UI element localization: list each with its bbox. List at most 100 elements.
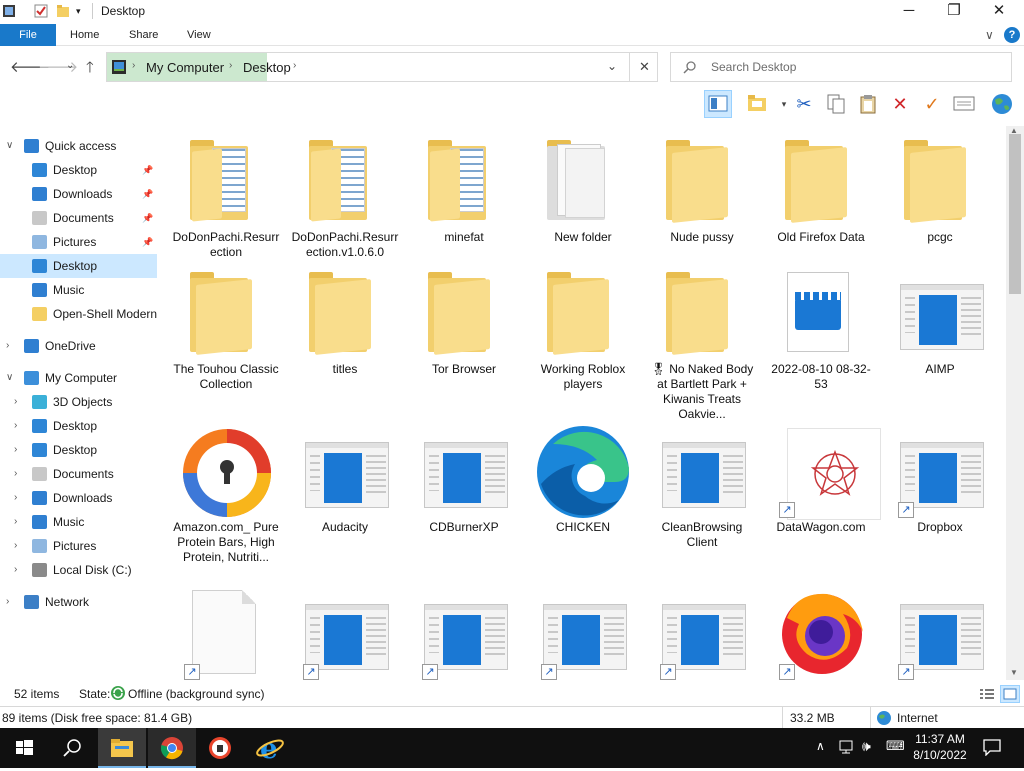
ime-icon[interactable]: ⌨ [886,738,905,754]
nav-item[interactable]: › Local Disk (C:) [0,558,157,582]
tab-file[interactable]: File [0,24,56,46]
file-tile[interactable]: ↗ DataWagon.com [767,422,881,572]
file-tile[interactable]: ↗ Dropbox [886,422,994,572]
clock[interactable]: 11:37 AM 8/10/2022 [906,731,974,763]
file-explorer-taskbar-button[interactable] [98,728,146,768]
file-tile[interactable]: ↗ [767,584,875,680]
tab-share[interactable]: Share [129,24,158,46]
nav-item[interactable]: › Network [0,590,157,614]
chevron-down-icon[interactable]: ∨ [6,366,13,390]
chevron-right-icon[interactable]: › [132,60,135,71]
maximize-button[interactable]: ❐ [931,0,977,24]
cut-icon[interactable]: ✂ [790,90,818,118]
nav-item[interactable]: Desktop [0,254,157,278]
scroll-down-arrow[interactable]: ▼ [1010,668,1018,677]
vertical-scrollbar[interactable]: ▲ ▼ [1006,126,1024,680]
nav-item[interactable]: Open-Shell Modern [0,302,157,326]
file-tile[interactable]: CleanBrowsing Client [648,422,756,572]
nav-item[interactable]: Music [0,278,157,302]
address-bar[interactable]: › My Computer › Desktop › ⌄ ✕ [106,52,658,82]
internet-explorer-taskbar-button[interactable]: e [246,728,294,768]
breadcrumb-desktop[interactable]: Desktop [243,60,291,75]
file-tile[interactable]: Audacity [291,422,399,572]
tab-view[interactable]: View [187,24,211,46]
nav-item[interactable]: › Pictures [0,534,157,558]
new-folder-icon[interactable] [56,4,70,18]
file-tile[interactable]: pcgc [886,132,994,282]
chevron-right-icon[interactable]: › [14,534,17,558]
file-tile[interactable]: ↗ [529,584,637,680]
minimize-button[interactable]: ─ [886,0,932,24]
file-tile[interactable]: minefat [410,132,518,282]
globe-icon[interactable] [988,90,1016,118]
file-tile[interactable]: The Touhou Classic Collection [172,264,280,414]
chevron-right-icon[interactable]: › [6,334,9,358]
file-tile[interactable]: New folder [529,132,637,282]
start-button[interactable] [0,728,48,768]
chevron-right-icon[interactable]: › [14,486,17,510]
chevron-right-icon[interactable]: › [14,438,17,462]
preview-pane-icon[interactable] [704,90,732,118]
chrome-taskbar-button[interactable] [148,728,196,768]
chevron-right-icon[interactable]: › [229,60,232,71]
file-tile[interactable]: Nude pussy [648,132,756,282]
chevron-right-icon[interactable]: › [14,414,17,438]
file-tile[interactable]: CDBurnerXP [410,422,518,572]
file-tile[interactable]: Old Firefox Data [767,132,875,282]
file-tile[interactable]: Tor Browser [410,264,518,414]
chevron-down-icon[interactable]: ∨ [6,134,13,158]
nav-item[interactable]: › Documents [0,462,157,486]
nav-item[interactable]: Downloads 📌 [0,182,157,206]
scroll-thumb[interactable] [1009,134,1021,294]
nav-item[interactable]: ∨ Quick access [0,134,157,158]
chevron-right-icon[interactable]: › [14,558,17,582]
network-icon[interactable] [838,739,856,755]
notifications-icon[interactable] [982,738,1002,757]
customize-toolbar-icon[interactable]: ▾ [76,6,90,20]
recent-locations-button[interactable]: ⌄ [66,60,74,71]
chevron-right-icon[interactable]: › [6,590,9,614]
avast-browser-taskbar-button[interactable] [196,728,244,768]
tab-home[interactable]: Home [70,24,99,46]
close-button[interactable]: ✕ [976,0,1022,24]
help-button[interactable]: ? [1004,27,1020,43]
nav-item[interactable]: › Desktop [0,414,157,438]
chevron-right-icon[interactable]: › [14,462,17,486]
nav-item[interactable]: › Music [0,510,157,534]
file-tile[interactable]: CHICKEN [529,422,637,572]
rename-check-icon[interactable]: ✓ [918,90,946,118]
chevron-right-icon[interactable]: › [14,510,17,534]
details-view-icon[interactable] [978,686,996,702]
file-tile[interactable]: ↗ [648,584,756,680]
show-hidden-icons-button[interactable]: ∧ [816,739,825,753]
file-tile[interactable]: 2022-08-10 08-32-53 [767,264,875,414]
file-tile[interactable]: ↗ [886,584,994,680]
file-tile[interactable]: 🎖 No Naked Body at Bartlett Park + Kiwan… [648,264,756,421]
ribbon-collapse-button[interactable]: ∨ [985,24,994,46]
nav-item[interactable]: › Desktop [0,438,157,462]
nav-item[interactable]: › 3D Objects [0,390,157,414]
nav-item[interactable]: Documents 📌 [0,206,157,230]
file-tile[interactable]: ↗ [172,584,280,680]
delete-icon[interactable]: ✕ [886,90,914,118]
file-tile[interactable]: DoDonPachi.Resurrection [172,132,280,282]
file-tile[interactable]: AIMP [886,264,994,414]
chevron-right-icon[interactable]: › [293,60,296,71]
address-dropdown-button[interactable]: ⌄ [607,59,617,73]
nav-item[interactable]: Pictures 📌 [0,230,157,254]
properties-icon[interactable] [950,90,978,118]
nav-item[interactable]: Desktop 📌 [0,158,157,182]
copy-icon[interactable] [822,90,850,118]
nav-item[interactable]: › Downloads [0,486,157,510]
new-folder-icon[interactable] [744,90,772,118]
clear-address-button[interactable]: ✕ [639,59,650,75]
nav-item[interactable]: ∨ My Computer [0,366,157,390]
file-tile[interactable]: Amazon.com_ Pure Protein Bars, High Prot… [172,422,280,572]
search-icon[interactable] [48,728,96,768]
file-tile[interactable]: ↗ [291,584,399,680]
explorer-icon[interactable] [2,4,16,18]
file-tile[interactable]: ↗ [410,584,518,680]
file-tile[interactable]: DoDonPachi.Resurrection.v1.0.6.0 [291,132,399,282]
file-tile[interactable]: Working Roblox players [529,264,637,414]
chevron-right-icon[interactable]: › [14,390,17,414]
